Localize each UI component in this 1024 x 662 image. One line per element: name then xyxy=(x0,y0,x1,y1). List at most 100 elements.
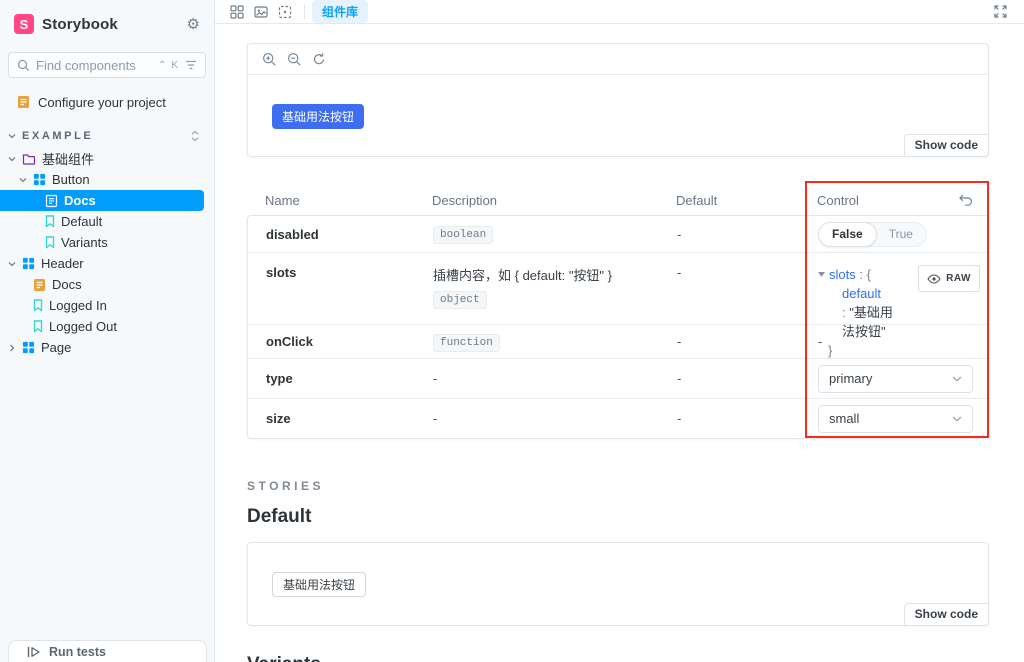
sidebar-section-example[interactable]: EXAMPLE xyxy=(0,126,214,146)
show-code-button[interactable]: Show code xyxy=(904,134,989,157)
object-value[interactable]: "基础用法按钮" xyxy=(842,305,893,339)
arg-default: - xyxy=(659,227,788,242)
zoom-reset-icon[interactable] xyxy=(308,48,330,70)
bookmark-icon xyxy=(45,236,55,249)
tree-component-page[interactable]: Page xyxy=(0,337,214,358)
args-row-disabled: disabled boolean - False True xyxy=(248,216,988,252)
filter-icon[interactable] xyxy=(185,60,197,70)
play-tests-icon xyxy=(27,646,41,658)
type-select[interactable]: primary xyxy=(818,365,973,393)
object-key[interactable]: slots xyxy=(829,267,856,282)
arg-description: - xyxy=(415,411,659,426)
raw-toggle-button[interactable]: RAW xyxy=(918,265,980,292)
story-heading-default: Default xyxy=(247,506,989,528)
run-tests-label: Run tests xyxy=(49,645,106,659)
object-colon: : xyxy=(842,305,846,320)
raw-label: RAW xyxy=(946,269,971,288)
run-tests-button[interactable]: Run tests xyxy=(8,640,207,662)
story-heading-variants: Variants xyxy=(247,654,989,662)
component-icon xyxy=(22,341,35,354)
tree-item-label: Logged Out xyxy=(49,319,117,334)
args-row-size: size - - small xyxy=(248,398,988,438)
storybook-logo[interactable]: S xyxy=(14,14,34,34)
eye-icon xyxy=(927,274,941,284)
arg-description: 插槽内容，如 { default: "按钮" } xyxy=(433,265,659,284)
document-icon xyxy=(17,95,30,109)
sidebar-item-configure[interactable]: Configure your project xyxy=(0,92,214,112)
component-tree: 基础组件 Button Docs Default Variants xyxy=(0,148,214,358)
tree-item-header-logged-in[interactable]: Logged In xyxy=(0,295,214,316)
bookmark-icon xyxy=(33,299,43,312)
column-header-control: Control xyxy=(787,193,989,208)
brand-title: Storybook xyxy=(42,16,187,33)
toggle-true-option[interactable]: True xyxy=(876,223,926,246)
component-icon xyxy=(22,257,35,270)
tree-folder-basic-components[interactable]: 基础组件 xyxy=(0,148,214,169)
background-image-icon[interactable] xyxy=(249,2,273,22)
toggle-false-option[interactable]: False xyxy=(818,222,877,247)
folder-icon xyxy=(22,152,36,166)
collapse-all-icon[interactable] xyxy=(190,130,200,142)
arg-default: - xyxy=(659,334,788,349)
bookmark-icon xyxy=(33,320,43,333)
collapse-caret-icon[interactable] xyxy=(818,272,825,277)
stories-section-label: STORIES xyxy=(247,479,989,493)
section-label: EXAMPLE xyxy=(22,130,190,142)
tree-item-button-docs-selected[interactable]: Docs xyxy=(0,190,204,211)
search-input[interactable] xyxy=(36,58,152,73)
sidebar: S Storybook ⚙ ⌃ K Configure your project… xyxy=(0,0,215,662)
preview-body: 基础用法按钮 xyxy=(248,543,988,597)
search-shortcut-hint: ⌃ K xyxy=(158,60,179,71)
zoom-in-icon[interactable] xyxy=(258,48,280,70)
canvas-toolbar: 组件库 xyxy=(215,0,1024,24)
document-icon xyxy=(45,194,58,208)
bookmark-icon xyxy=(45,215,55,228)
column-header-description: Description xyxy=(414,193,658,208)
chevron-right-icon[interactable] xyxy=(8,344,16,352)
toolbar-divider xyxy=(304,5,305,19)
tree-item-button-variants[interactable]: Variants xyxy=(0,232,214,253)
tree-component-button[interactable]: Button xyxy=(0,169,214,190)
type-chip: function xyxy=(433,334,500,352)
chevron-down-icon[interactable] xyxy=(19,176,27,184)
shortcuts-grid-icon[interactable] xyxy=(225,2,249,22)
component-icon xyxy=(33,173,46,186)
rendered-default-button[interactable]: 基础用法按钮 xyxy=(272,572,366,597)
reset-controls-icon[interactable] xyxy=(959,194,973,206)
tree-item-header-logged-out[interactable]: Logged Out xyxy=(0,316,214,337)
search-box[interactable]: ⌃ K xyxy=(8,52,206,78)
tree-item-label: Header xyxy=(41,256,84,271)
tree-item-header-docs[interactable]: Docs xyxy=(0,274,214,295)
object-key[interactable]: default xyxy=(842,286,881,301)
rendered-primary-button[interactable]: 基础用法按钮 xyxy=(272,104,364,129)
storybook-app: S Storybook ⚙ ⌃ K Configure your project… xyxy=(0,0,1024,662)
main-area: 组件库 基础用法按钮 Show code Name xyxy=(215,0,1024,662)
fullscreen-icon[interactable] xyxy=(988,2,1012,22)
tree-item-button-default[interactable]: Default xyxy=(0,211,214,232)
tree-item-label: Button xyxy=(52,172,90,187)
measure-outline-icon[interactable] xyxy=(273,2,297,22)
show-code-button[interactable]: Show code xyxy=(904,603,989,626)
object-editor-root-line: slots : { xyxy=(818,265,893,284)
tree-component-header[interactable]: Header xyxy=(0,253,214,274)
chevron-down-icon[interactable] xyxy=(8,132,16,140)
primary-story-preview: 基础用法按钮 Show code xyxy=(247,43,989,157)
arg-name: disabled xyxy=(248,227,415,242)
args-table-header: Name Description Default Control xyxy=(247,185,989,215)
chevron-down-icon[interactable] xyxy=(8,260,16,268)
sidebar-item-label: Configure your project xyxy=(38,95,166,110)
settings-gear-icon[interactable]: ⚙ xyxy=(187,17,200,32)
addon-tab-component-library[interactable]: 组件库 xyxy=(312,0,368,23)
preview-body: 基础用法按钮 xyxy=(248,75,988,129)
type-chip: object xyxy=(433,291,487,309)
size-select[interactable]: small xyxy=(818,405,973,433)
boolean-toggle: False True xyxy=(818,222,927,247)
object-editor-child-line: default : "基础用法按钮" xyxy=(818,284,893,341)
chevron-down-icon[interactable] xyxy=(8,155,16,163)
object-open-brace: : { xyxy=(859,267,871,282)
docs-content: 基础用法按钮 Show code Name Description Defaul… xyxy=(247,24,989,662)
tree-item-label: Variants xyxy=(61,235,108,250)
zoom-out-icon[interactable] xyxy=(283,48,305,70)
search-icon xyxy=(17,59,30,72)
column-header-default: Default xyxy=(658,193,787,208)
